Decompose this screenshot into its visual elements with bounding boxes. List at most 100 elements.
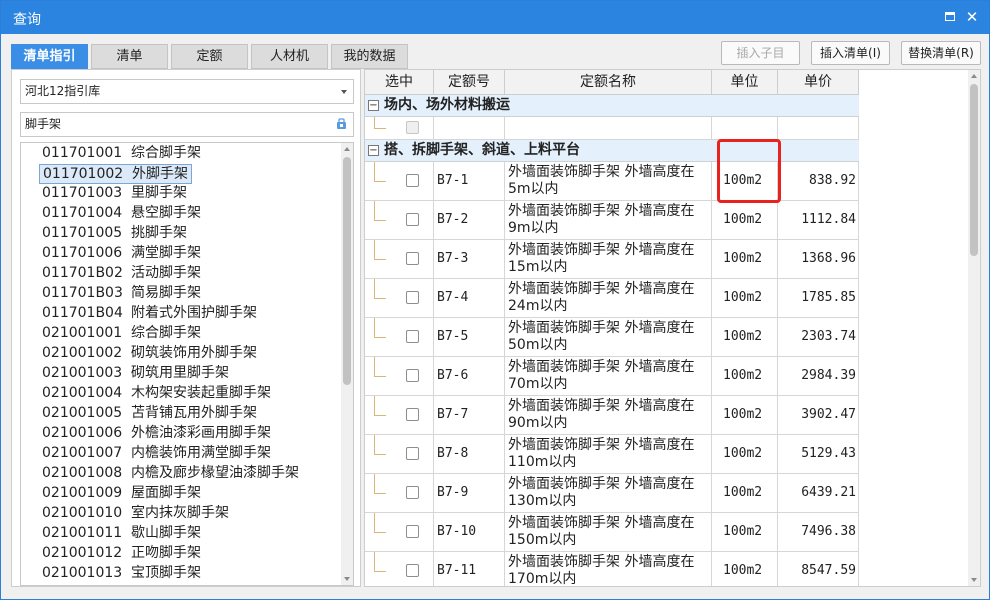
tree-item-name: 砌筑装饰用外脚手架 — [131, 345, 257, 361]
select-cell — [365, 435, 434, 474]
tree-item[interactable]: 011701002 外脚手架 — [39, 164, 192, 184]
col-header-code[interactable]: 定额号 — [434, 70, 505, 95]
row-checkbox[interactable] — [406, 447, 419, 460]
tree-item-code: 021001009 — [42, 485, 123, 501]
tree-item-name: 屋面脚手架 — [131, 485, 201, 501]
tree-item-name: 综合脚手架 — [131, 145, 201, 161]
price-cell: 1785.85 — [778, 279, 859, 318]
tree-scrollbar[interactable] — [341, 143, 353, 585]
tree-item[interactable]: 021001003 砌筑用里脚手架 — [39, 364, 232, 384]
tree-item[interactable]: 021001008 内檐及廊步椽望油漆脚手架 — [39, 464, 302, 484]
row-checkbox[interactable] — [406, 252, 419, 265]
table-row[interactable]: B7-10 外墙面装饰脚手架 外墙高度在150m以内 100m2 7496.38 — [365, 513, 859, 552]
row-checkbox[interactable] — [406, 369, 419, 382]
tree-item[interactable]: 021001012 正吻脚手架 — [39, 544, 204, 564]
search-input[interactable]: 脚手架 — [20, 112, 354, 137]
name-cell: 外墙面装饰脚手架 外墙高度在130m以内 — [505, 474, 712, 513]
tree-item[interactable]: 021001009 屋面脚手架 — [39, 484, 204, 504]
row-checkbox[interactable] — [406, 486, 419, 499]
tree-item[interactable]: 021001002 砌筑装饰用外脚手架 — [39, 344, 260, 364]
tab-labor-material-machine[interactable]: 人材机 — [251, 44, 328, 69]
table-row[interactable]: B7-8 外墙面装饰脚手架 外墙高度在110m以内 100m2 5129.43 — [365, 435, 859, 474]
tree-item[interactable]: 021001005 苫背铺瓦用外脚手架 — [39, 404, 260, 424]
unit-cell: 100m2 — [712, 396, 778, 435]
group-row-scaffold[interactable]: − 搭、拆脚手架、斜道、上料平台 — [365, 140, 859, 162]
col-header-price[interactable]: 单价 — [778, 70, 859, 95]
tree-item[interactable]: 011701005 挑脚手架 — [39, 224, 190, 244]
tree-item[interactable]: 021001001 综合脚手架 — [39, 324, 204, 344]
tree-line — [374, 552, 386, 572]
tree-item[interactable]: 011701003 里脚手架 — [39, 184, 190, 204]
table-row[interactable]: B7-3 外墙面装饰脚手架 外墙高度在15m以内 100m2 1368.96 — [365, 240, 859, 279]
group-row-material-transport[interactable]: − 场内、场外材料搬运 — [365, 95, 859, 117]
price-cell: 1368.96 — [778, 240, 859, 279]
row-checkbox[interactable] — [406, 408, 419, 421]
insert-child-button[interactable]: 插入子目 — [721, 41, 800, 65]
row-checkbox[interactable] — [406, 121, 419, 134]
tab-my-data[interactable]: 我的数据 — [331, 44, 408, 69]
name-cell: 外墙面装饰脚手架 外墙高度在150m以内 — [505, 513, 712, 552]
unit-cell: 100m2 — [712, 279, 778, 318]
tree-item[interactable]: 011701004 悬空脚手架 — [39, 204, 204, 224]
tree-item[interactable]: 011701001 综合脚手架 — [39, 144, 204, 164]
table-row[interactable]: B7-11 外墙面装饰脚手架 外墙高度在170m以内 100m2 8547.59 — [365, 552, 859, 586]
tree-item[interactable]: 011701B04 附着式外围护脚手架 — [39, 304, 260, 324]
tab-list-guide[interactable]: 清单指引 — [11, 44, 88, 69]
search-icon[interactable] — [335, 118, 348, 131]
name-cell: 外墙面装饰脚手架 外墙高度在170m以内 — [505, 552, 712, 586]
tree-item[interactable]: 011701006 满堂脚手架 — [39, 244, 204, 264]
row-checkbox[interactable] — [406, 213, 419, 226]
library-select[interactable]: 河北12指引库 — [20, 79, 354, 104]
select-cell — [365, 396, 434, 435]
tree-item-code: 021001003 — [42, 365, 123, 381]
collapse-icon[interactable]: − — [368, 100, 379, 111]
tree-item-code: 021001007 — [42, 445, 123, 461]
close-icon[interactable]: ✕ — [964, 9, 980, 25]
table-row[interactable]: B7-5 外墙面装饰脚手架 外墙高度在50m以内 100m2 2303.74 — [365, 318, 859, 357]
tree-item[interactable]: 011701B02 活动脚手架 — [39, 264, 204, 284]
select-cell — [365, 240, 434, 279]
tree-scrollbar-thumb[interactable] — [343, 157, 351, 385]
tree-item-code: 021001012 — [42, 545, 123, 561]
tree-item[interactable]: 021001011 歇山脚手架 — [39, 524, 204, 544]
price-cell: 838.92 — [778, 162, 859, 201]
collapse-icon[interactable]: − — [368, 145, 379, 156]
grid-scrollbar[interactable] — [968, 70, 980, 586]
insert-list-button[interactable]: 插入清单(I) — [811, 41, 890, 65]
tab-list[interactable]: 清单 — [91, 44, 168, 69]
maximize-icon[interactable] — [942, 9, 958, 25]
code-cell: B7-2 — [434, 201, 505, 240]
row-checkbox[interactable] — [406, 564, 419, 577]
row-checkbox[interactable] — [406, 291, 419, 304]
col-header-name[interactable]: 定额名称 — [505, 70, 712, 95]
table-row[interactable]: B7-4 外墙面装饰脚手架 外墙高度在24m以内 100m2 1785.85 — [365, 279, 859, 318]
tab-quota[interactable]: 定额 — [171, 44, 248, 69]
code-cell: B7-7 — [434, 396, 505, 435]
table-row[interactable]: B7-1 外墙面装饰脚手架 外墙高度在5m以内 100m2 838.92 — [365, 162, 859, 201]
grid-scrollbar-thumb[interactable] — [970, 84, 978, 256]
tree-line — [374, 513, 386, 533]
table-row[interactable]: B7-7 外墙面装饰脚手架 外墙高度在90m以内 100m2 3902.47 — [365, 396, 859, 435]
tree-item[interactable]: 021001007 内檐装饰用满堂脚手架 — [39, 444, 274, 464]
tree-item[interactable]: 021001006 外檐油漆彩画用脚手架 — [39, 424, 274, 444]
price-cell: 3902.47 — [778, 396, 859, 435]
replace-list-button[interactable]: 替换清单(R) — [901, 41, 981, 65]
row-checkbox[interactable] — [406, 174, 419, 187]
tree-item-name: 内檐及廊步椽望油漆脚手架 — [131, 465, 299, 481]
col-header-select[interactable]: 选中 — [365, 70, 434, 95]
table-row[interactable]: B7-9 外墙面装饰脚手架 外墙高度在130m以内 100m2 6439.21 — [365, 474, 859, 513]
code-cell: B7-6 — [434, 357, 505, 396]
chevron-down-icon — [341, 90, 347, 94]
row-checkbox[interactable] — [406, 330, 419, 343]
tree-item[interactable]: 021001004 木构架安装起重脚手架 — [39, 384, 274, 404]
tree-line — [374, 396, 386, 416]
tree-item[interactable]: 021001013 宝顶脚手架 — [39, 564, 204, 584]
tree-item[interactable]: 011701B03 简易脚手架 — [39, 284, 204, 304]
unit-cell: 100m2 — [712, 357, 778, 396]
tree-item[interactable]: 021001010 室内抹灰脚手架 — [39, 504, 232, 524]
table-row[interactable]: B7-2 外墙面装饰脚手架 外墙高度在9m以内 100m2 1112.84 — [365, 201, 859, 240]
row-checkbox[interactable] — [406, 525, 419, 538]
col-header-unit[interactable]: 单位 — [712, 70, 778, 95]
tree-item-name: 正吻脚手架 — [131, 545, 201, 561]
table-row[interactable]: B7-6 外墙面装饰脚手架 外墙高度在70m以内 100m2 2984.39 — [365, 357, 859, 396]
